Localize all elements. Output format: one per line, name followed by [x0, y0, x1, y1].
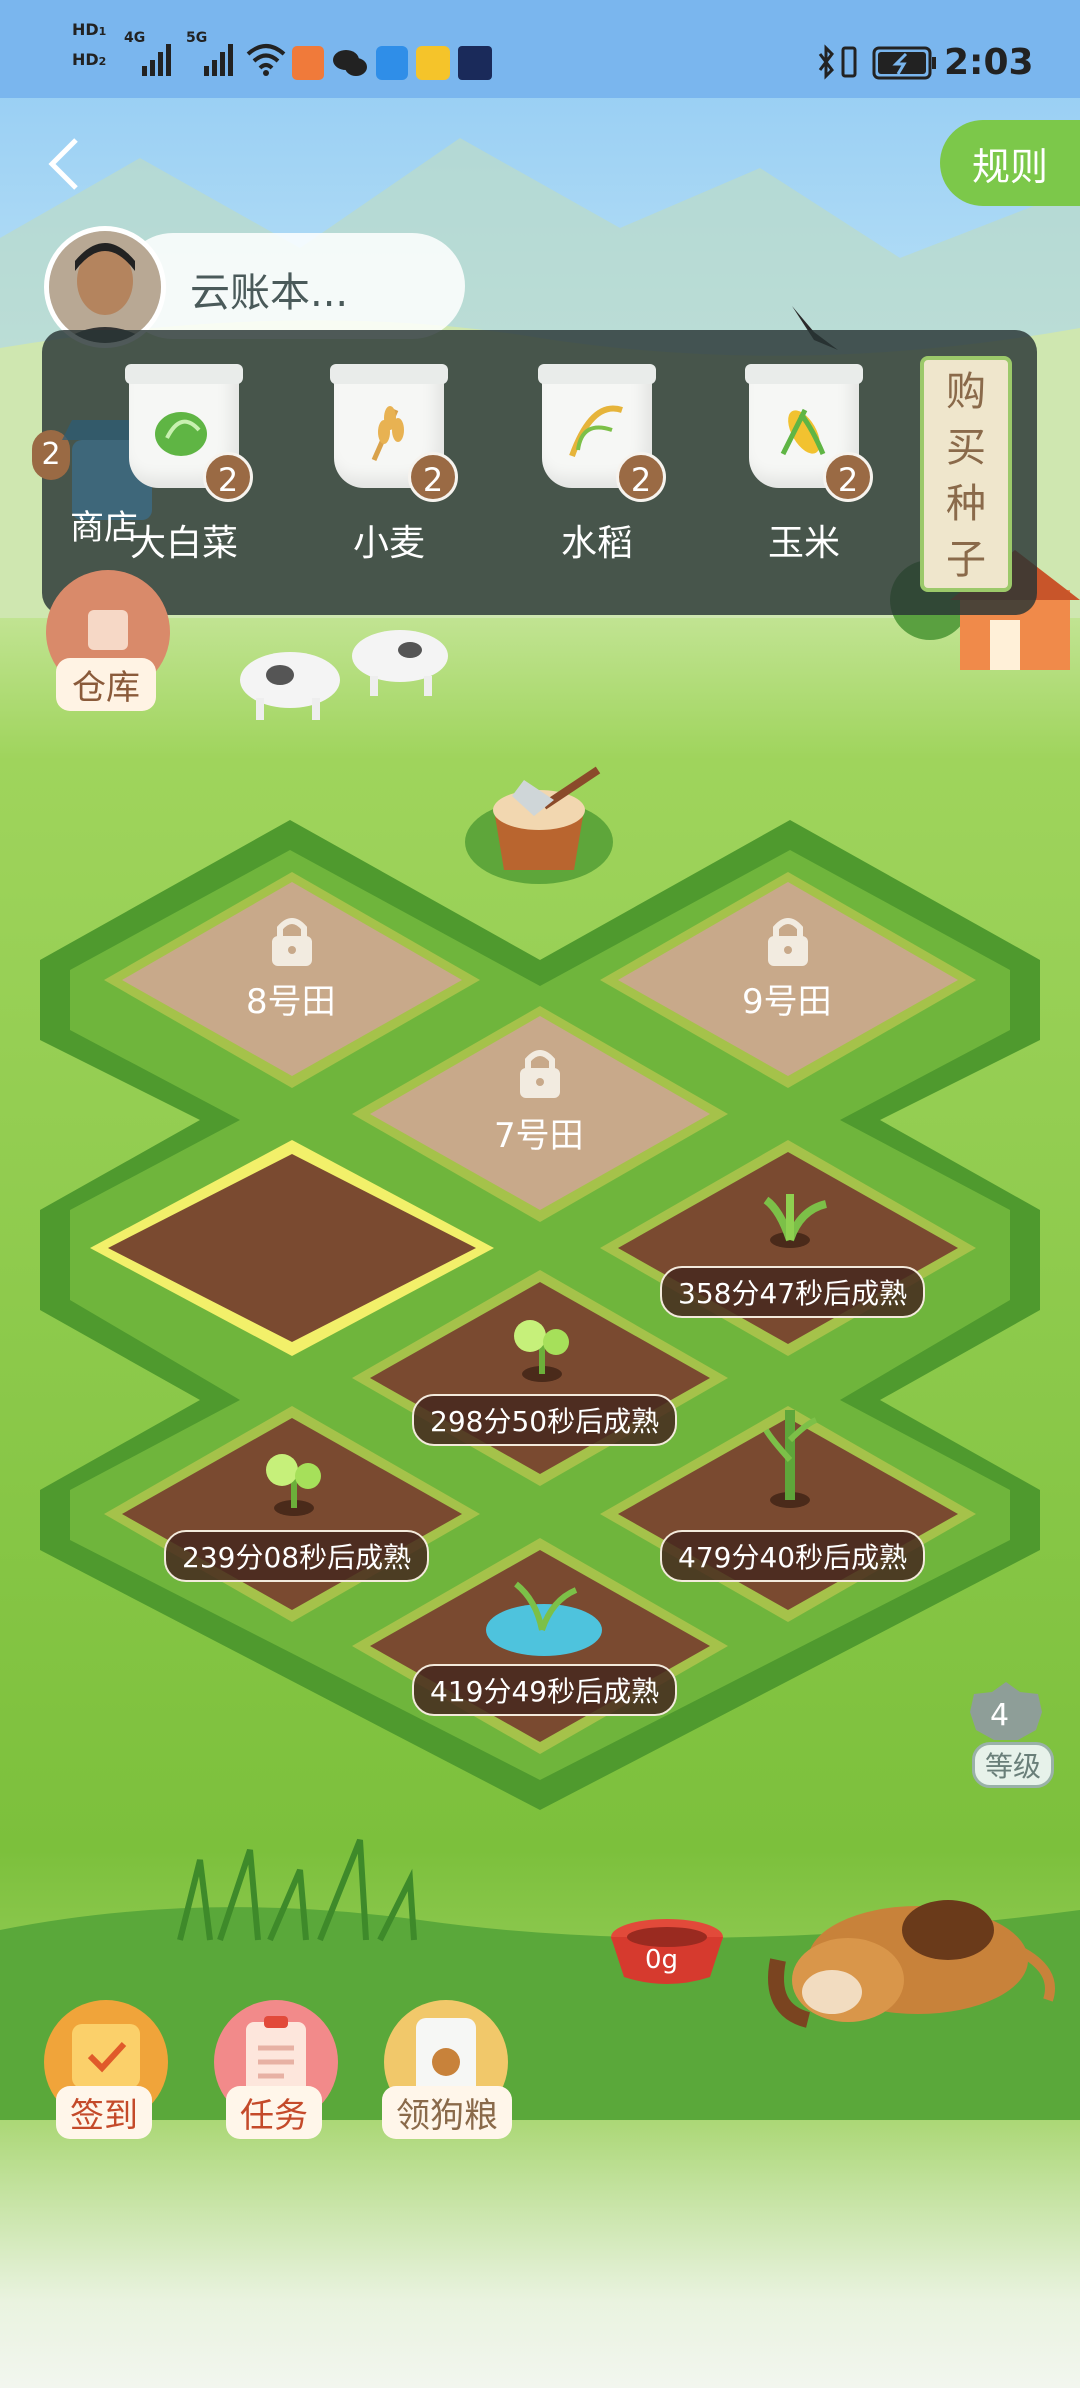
seed-name: 玉米: [767, 523, 840, 564]
hd1-sub: 1: [98, 25, 107, 38]
seed-item-rice[interactable]: 2 水稻: [527, 364, 667, 566]
field-8-label: 8号田: [246, 982, 336, 1022]
weibo-icon: [416, 46, 450, 80]
wechat-icon: [333, 50, 367, 76]
game-app-icon: [458, 46, 492, 80]
seed-bag: 2: [125, 364, 253, 502]
ripen-timer: 298分50秒后成熟: [412, 1394, 678, 1446]
back-icon[interactable]: [44, 136, 84, 192]
tasks-label[interactable]: 任务: [226, 2086, 322, 2139]
app-notification-icon: [292, 46, 324, 80]
cloud-app-icon: [376, 46, 408, 80]
dog-illustration[interactable]: [758, 1870, 1058, 2030]
battery-icon: [872, 46, 936, 80]
hd1-indicator: HD: [72, 20, 99, 39]
seed-panel: 2 2 大白菜 2 小麦 2 水稻 2 玉米: [32, 330, 1037, 615]
hd2-indicator: HD: [72, 50, 99, 69]
buy-seeds-char: 购: [946, 369, 986, 415]
status-bar: HD1 HD2 4G 5G 2:03: [0, 0, 1080, 98]
seed-item-corn[interactable]: 2 玉米: [734, 364, 874, 566]
signal-icon: [204, 44, 233, 76]
seed-name: 小麦: [352, 523, 425, 564]
buy-seeds-char: 种: [946, 481, 986, 527]
checkin-label[interactable]: 签到: [56, 2086, 152, 2139]
seed-count-badge: 2: [203, 452, 253, 502]
field-9-label: 9号田: [742, 982, 832, 1022]
shop-label[interactable]: 商店: [70, 500, 138, 549]
clock: 2:03: [944, 42, 1034, 83]
seed-bag: 2: [330, 364, 458, 502]
seed-item-wheat[interactable]: 2 小麦: [319, 364, 459, 566]
hd2-sub: 2: [98, 55, 107, 68]
ripen-timer: 479分40秒后成熟: [660, 1530, 926, 1582]
seed-count-badge: 2: [616, 452, 666, 502]
seed-bag: 2: [745, 364, 873, 502]
account-name: 云账本...: [190, 270, 349, 316]
dog-food-label[interactable]: 领狗粮: [382, 2086, 512, 2139]
ripen-timer: 239分08秒后成熟: [164, 1530, 430, 1582]
cows-illustration: [240, 630, 448, 720]
wifi-icon: [246, 44, 286, 76]
bluetooth-icon: [818, 44, 834, 80]
signal-icon: [142, 44, 171, 76]
field-7-label: 7号田: [494, 1116, 584, 1156]
buy-seeds-char: 买: [946, 425, 986, 471]
ripen-timer: 358分47秒后成熟: [660, 1266, 926, 1318]
seed-bag: 2: [538, 364, 666, 502]
warehouse-label[interactable]: 仓库: [56, 658, 156, 711]
seed-count-badge: 2: [408, 452, 458, 502]
level-value: 4: [990, 1698, 1010, 1733]
level-label[interactable]: 等级: [972, 1742, 1055, 1788]
vibrate-icon: [841, 46, 857, 78]
buy-seeds-button[interactable]: 购 买 种 子: [920, 356, 1012, 592]
seed-name: 水稻: [560, 523, 633, 564]
seed-count-badge: 2: [823, 452, 873, 502]
buy-seeds-char: 子: [946, 537, 986, 583]
rules-button[interactable]: 规则: [940, 120, 1080, 206]
avatar-image: [49, 231, 161, 343]
ripen-timer: 419分49秒后成熟: [412, 1664, 678, 1716]
dog-food-amount: 0g: [645, 1945, 679, 1975]
